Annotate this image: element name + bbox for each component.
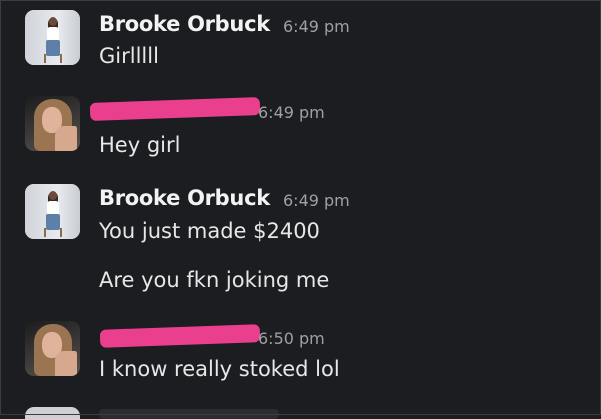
eli-avatar[interactable] [25,96,80,151]
eli-avatar[interactable] [25,321,80,376]
brooke-avatar[interactable] [25,10,80,65]
timestamp[interactable]: 6:49 pm [283,191,350,210]
message-text: I know really stoked lol [99,357,340,381]
timestamp[interactable]: 6:50 pm [258,329,325,348]
redaction-mark [99,324,261,348]
message-text: You just made $2400 [99,219,320,243]
next-message-header [99,409,279,419]
sender-name[interactable]: Brooke Orbuck [99,186,270,210]
next-message-avatar [25,407,80,419]
timestamp[interactable]: 6:49 pm [283,17,350,36]
message-text: Are you fkn joking me [99,268,330,292]
message-text: Girlllll [99,44,159,68]
timestamp[interactable]: 6:49 pm [258,103,325,122]
brooke-avatar[interactable] [25,184,80,239]
message-text: Hey girl [99,133,181,157]
sender-name[interactable]: Brooke Orbuck [99,12,270,36]
redaction-mark [89,97,261,121]
